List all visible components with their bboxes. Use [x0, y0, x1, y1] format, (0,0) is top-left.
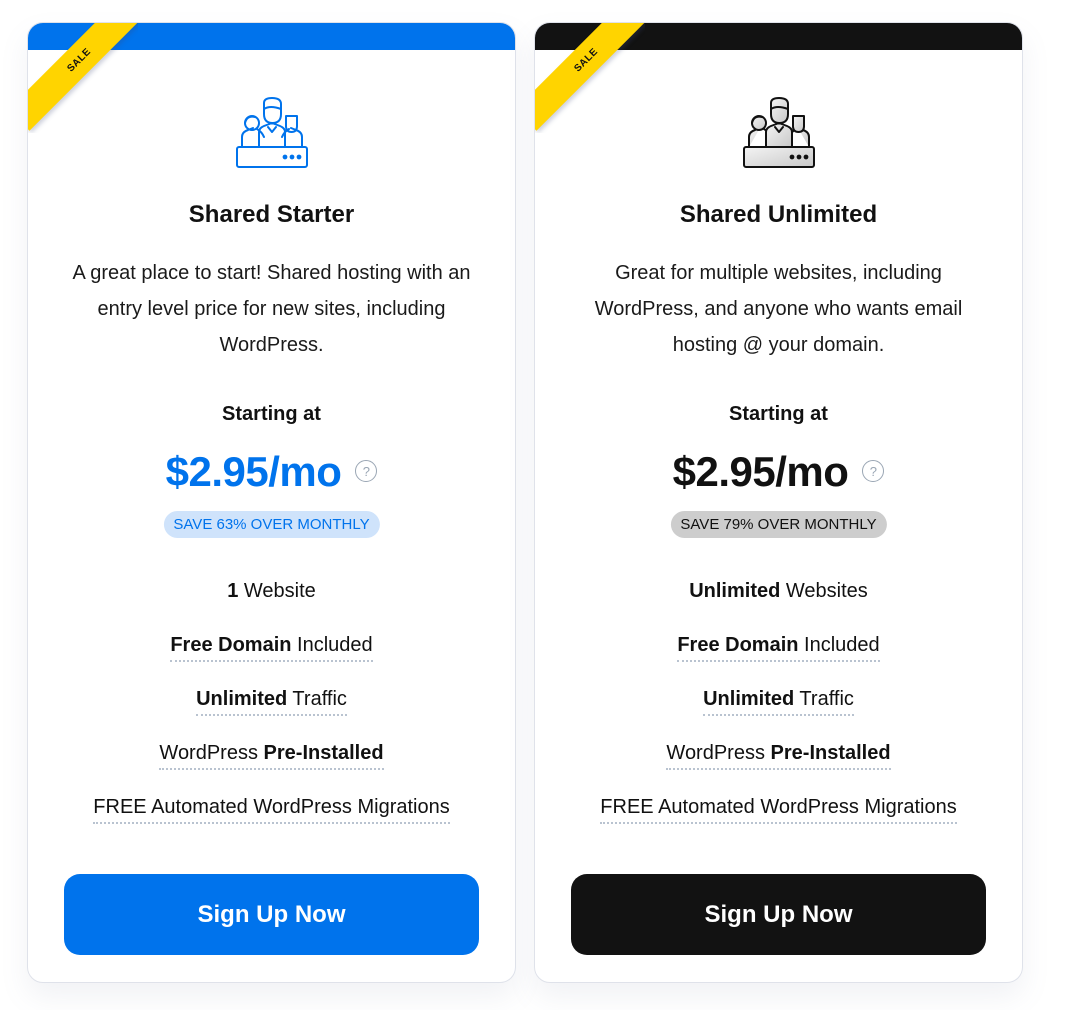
feature-tooltip-trigger[interactable]: Free Domain Included	[170, 632, 373, 662]
feature-item: WordPress Pre-Installed	[535, 740, 1022, 794]
feature-text: Included	[291, 634, 373, 656]
feature-tooltip-trigger[interactable]: WordPress Pre-Installed	[666, 740, 891, 770]
feature-item: Free Domain Included	[28, 632, 515, 686]
feature-item: FREE Automated WordPress Migrations	[28, 794, 515, 848]
feature-tooltip-trigger[interactable]: FREE Automated WordPress Migrations	[600, 794, 957, 824]
question-circle-icon[interactable]: ?	[355, 460, 378, 482]
feature-tooltip-trigger[interactable]: Free Domain Included	[677, 632, 880, 662]
save-badge: SAVE 63% OVER MONTHLY	[163, 511, 380, 538]
price: $2.95/mo	[672, 448, 849, 495]
feature-text: FREE Automated WordPress Migrations	[600, 796, 957, 818]
feature-bold: Unlimited	[196, 688, 288, 710]
plan-description: Great for multiple websites, including W…	[594, 262, 963, 356]
starting-at-label: Starting at	[729, 403, 828, 425]
starting-at-label: Starting at	[222, 403, 321, 425]
feature-tooltip-trigger[interactable]: Unlimited Traffic	[703, 686, 854, 716]
feature-bold: Unlimited	[703, 688, 795, 710]
feature-text: FREE Automated WordPress Migrations	[93, 796, 450, 818]
team-server-icon	[742, 97, 815, 168]
plan-title: Shared Starter	[188, 201, 355, 228]
feature-item: FREE Automated WordPress Migrations	[535, 794, 1022, 848]
feature-bold: Free Domain	[677, 634, 799, 656]
feature-bold: Pre-Installed	[770, 742, 891, 764]
feature-text: Website	[238, 580, 316, 602]
team-server-icon	[235, 97, 308, 168]
feature-item: Unlimited Traffic	[28, 686, 515, 740]
feature-bold: Free Domain	[170, 634, 292, 656]
sign-up-button[interactable]: Sign Up Now	[64, 874, 479, 955]
feature-text: Websites	[780, 580, 868, 602]
feature-tooltip-trigger[interactable]: WordPress Pre-Installed	[159, 740, 384, 770]
plan-title: Shared Unlimited	[679, 201, 878, 228]
feature-text: Included	[798, 634, 880, 656]
feature-bold: Unlimited	[689, 580, 781, 602]
feature-text: WordPress	[666, 742, 771, 764]
feature-bold: 1	[227, 580, 239, 602]
feature-list: Unlimited Websites Free Domain Included …	[535, 578, 1022, 848]
save-badge: SAVE 79% OVER MONTHLY	[670, 511, 887, 538]
feature-item: 1 Website	[28, 578, 515, 632]
feature-item: Unlimited Websites	[535, 578, 1022, 632]
card-top-bar	[535, 23, 1022, 50]
question-circle-icon[interactable]: ?	[862, 460, 885, 482]
feature-bold: Pre-Installed	[263, 742, 384, 764]
price-row: $2.95/mo ?	[28, 447, 515, 497]
price-row: $2.95/mo ?	[535, 447, 1022, 497]
feature-item: Unlimited Traffic	[535, 686, 1022, 740]
feature-text: Traffic	[287, 688, 347, 710]
plan-card-shared-unlimited: SALE Shared Unlimited Great for multiple…	[534, 22, 1023, 983]
feature-tooltip-trigger[interactable]: FREE Automated WordPress Migrations	[93, 794, 450, 824]
plan-description: A great place to start! Shared hosting w…	[72, 262, 471, 356]
feature-item: WordPress Pre-Installed	[28, 740, 515, 794]
feature-tooltip-trigger[interactable]: Unlimited Traffic	[196, 686, 347, 716]
sign-up-button[interactable]: Sign Up Now	[571, 874, 986, 955]
feature-list: 1 Website Free Domain Included Unlimited…	[28, 578, 515, 848]
feature-text: WordPress	[159, 742, 264, 764]
feature-text: Traffic	[794, 688, 854, 710]
card-top-bar	[28, 23, 515, 50]
plan-card-shared-starter: SALE Shared Starter A great place to sta…	[27, 22, 516, 983]
price: $2.95/mo	[165, 448, 342, 495]
feature-item: Free Domain Included	[535, 632, 1022, 686]
